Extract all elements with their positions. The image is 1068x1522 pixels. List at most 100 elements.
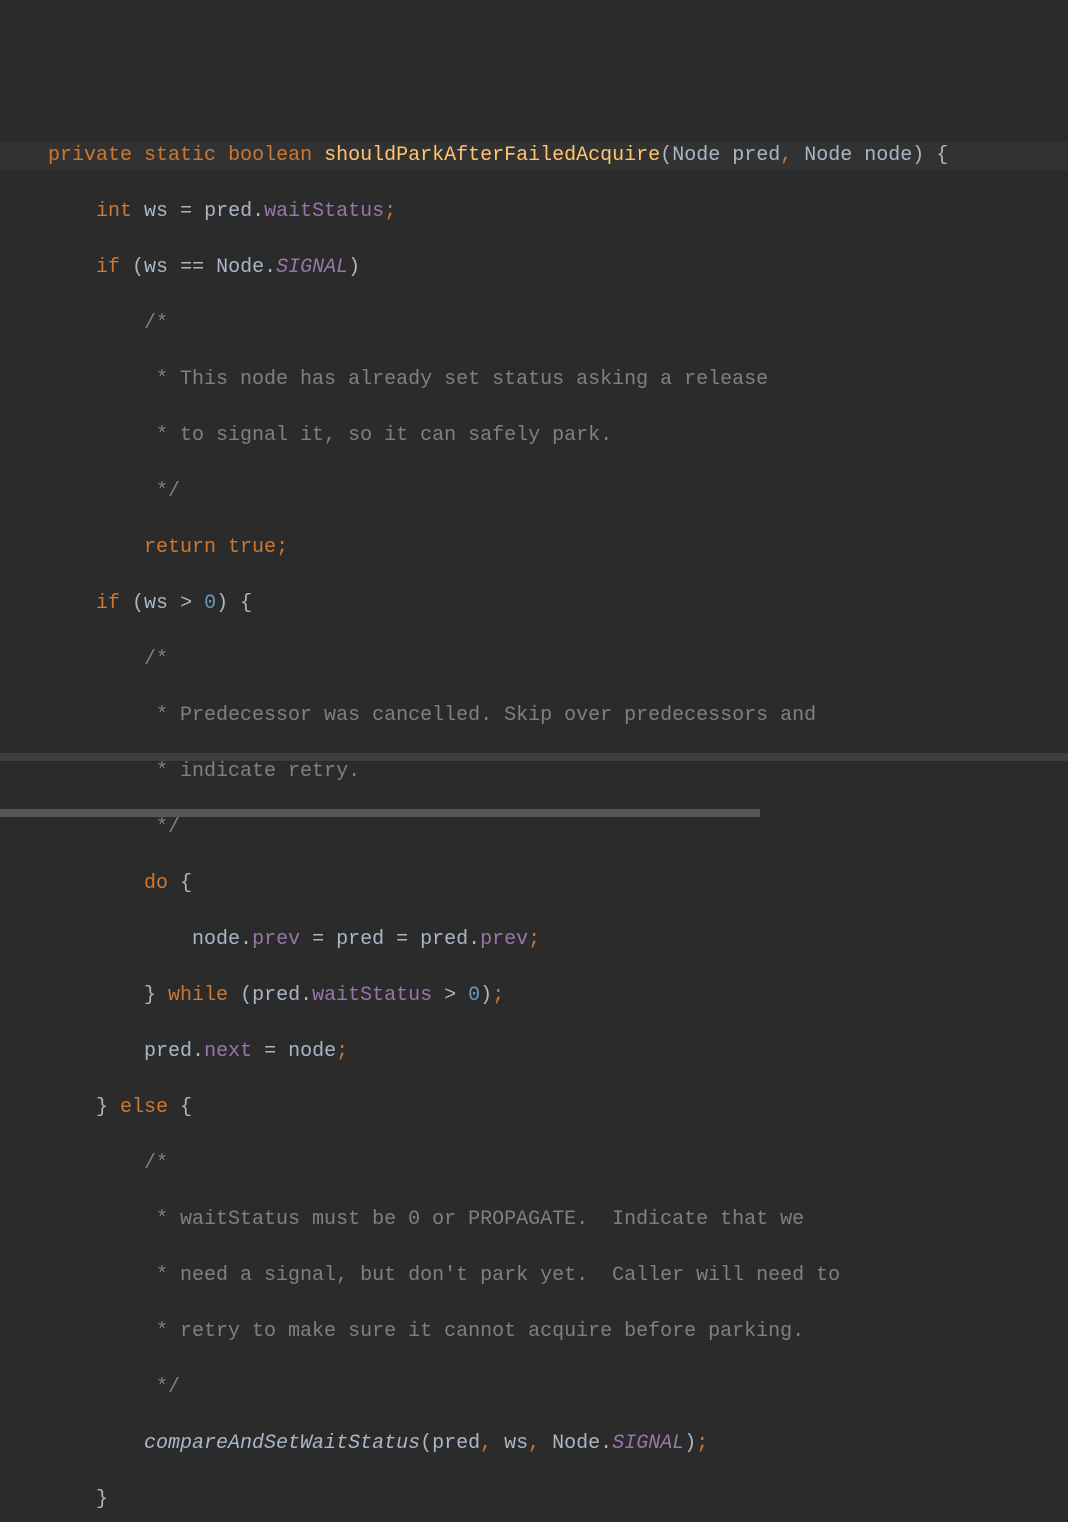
number: 0 — [204, 592, 216, 615]
comment: */ — [144, 816, 180, 839]
comment: /* — [144, 312, 168, 335]
op: == — [180, 256, 204, 279]
semi: ; — [528, 928, 540, 951]
type: Node — [540, 1432, 600, 1455]
semi: ; — [696, 1432, 708, 1455]
punct: ) — [348, 256, 360, 279]
param: node — [864, 144, 912, 167]
code-line: /* — [0, 310, 1068, 338]
code-line: /* — [0, 1150, 1068, 1178]
dot: . — [468, 928, 480, 951]
op: = — [396, 928, 408, 951]
method-name: shouldParkAfterFailedAcquire — [324, 144, 660, 167]
punct: ( — [120, 256, 144, 279]
op: > — [180, 592, 192, 615]
type: Node — [672, 144, 732, 167]
brace: } — [96, 1488, 108, 1511]
keyword: return — [144, 536, 216, 559]
brace: } — [96, 1096, 120, 1119]
param: pred — [732, 144, 780, 167]
keyword: if — [96, 592, 120, 615]
dot: . — [192, 1040, 204, 1063]
punct: ( — [420, 1432, 432, 1455]
keyword: if — [96, 256, 120, 279]
code-line: * retry to make sure it cannot acquire b… — [0, 1318, 1068, 1346]
comment: * indicate retry. — [144, 760, 360, 783]
code-line: * This node has already set status askin… — [0, 366, 1068, 394]
var: ws — [492, 1432, 528, 1455]
dot: . — [300, 984, 312, 1007]
dot: . — [252, 200, 264, 223]
var: node — [192, 928, 240, 951]
comment: * retry to make sure it cannot acquire b… — [144, 1320, 804, 1343]
semi: ; — [276, 536, 288, 559]
code-line: } else { — [0, 1094, 1068, 1122]
punct: ( — [120, 592, 144, 615]
type: Node — [204, 256, 264, 279]
number: 0 — [468, 984, 480, 1007]
var: pred — [252, 984, 300, 1007]
dot: . — [264, 256, 276, 279]
comment: /* — [144, 648, 168, 671]
var: pred — [432, 1432, 480, 1455]
brace: } — [144, 984, 168, 1007]
semi: ; — [336, 1040, 348, 1063]
code-line: /* — [0, 646, 1068, 674]
code-line: * indicate retry. — [0, 758, 1068, 786]
horizontal-scrollbar[interactable] — [0, 753, 1068, 761]
field: waitStatus — [264, 200, 384, 223]
op: = — [180, 200, 192, 223]
op: = — [252, 1040, 288, 1063]
code-line: } — [0, 1486, 1068, 1514]
keyword: while — [168, 984, 228, 1007]
var: ws — [132, 200, 180, 223]
code-line: * need a signal, but don't park yet. Cal… — [0, 1262, 1068, 1290]
comma: , — [480, 1432, 492, 1455]
comma: , — [528, 1432, 540, 1455]
comment: * Predecessor was cancelled. Skip over p… — [144, 704, 816, 727]
punct: ) — [216, 592, 228, 615]
punct: , — [780, 144, 792, 167]
var: pred — [144, 1040, 192, 1063]
comment: /* — [144, 1152, 168, 1175]
code-line: */ — [0, 814, 1068, 842]
code-line: * waitStatus must be 0 or PROPAGATE. Ind… — [0, 1206, 1068, 1234]
op: = — [300, 928, 336, 951]
field: prev — [480, 928, 528, 951]
dot: . — [240, 928, 252, 951]
punct: ) — [480, 984, 492, 1007]
sp — [192, 592, 204, 615]
punct: ( — [660, 144, 672, 167]
method-call: compareAndSetWaitStatus — [144, 1432, 420, 1455]
comment: * need a signal, but don't park yet. Cal… — [144, 1264, 840, 1287]
comment: * waitStatus must be 0 or PROPAGATE. Ind… — [144, 1208, 804, 1231]
keyword: private — [48, 144, 132, 167]
punct: ( — [228, 984, 252, 1007]
code-editor[interactable]: private static boolean shouldParkAfterFa… — [0, 112, 1068, 1522]
brace: { — [228, 592, 252, 615]
var: pred — [408, 928, 468, 951]
punct: ) — [684, 1432, 696, 1455]
code-line: return true; — [0, 534, 1068, 562]
code-line: if (ws == Node.SIGNAL) — [0, 254, 1068, 282]
semi: ; — [384, 200, 396, 223]
code-line: private static boolean shouldParkAfterFa… — [0, 142, 1068, 170]
comment: */ — [144, 480, 180, 503]
var: pred — [192, 200, 252, 223]
code-line: * to signal it, so it can safely park. — [0, 422, 1068, 450]
code-line: int ws = pred.waitStatus; — [0, 198, 1068, 226]
type: Node — [792, 144, 864, 167]
field: next — [204, 1040, 252, 1063]
var: pred — [336, 928, 396, 951]
keyword: static — [144, 144, 216, 167]
brace: { — [168, 872, 192, 895]
code-line: } while (pred.waitStatus > 0); — [0, 982, 1068, 1010]
code-line: node.prev = pred = pred.prev; — [0, 926, 1068, 954]
field: waitStatus — [312, 984, 432, 1007]
comment: * to signal it, so it can safely park. — [144, 424, 612, 447]
code-line: do { — [0, 870, 1068, 898]
code-line: * Predecessor was cancelled. Skip over p… — [0, 702, 1068, 730]
static-field: SIGNAL — [612, 1432, 684, 1455]
comment: * This node has already set status askin… — [144, 368, 768, 391]
dot: . — [600, 1432, 612, 1455]
